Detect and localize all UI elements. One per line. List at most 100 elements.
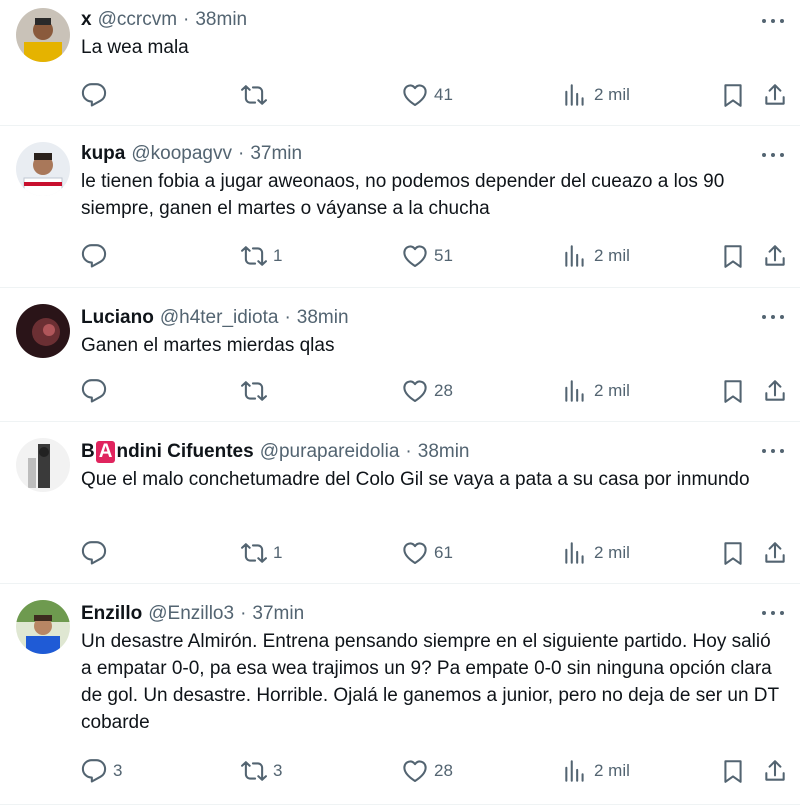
bookmark-icon: [720, 540, 746, 566]
like-count: 28: [434, 761, 453, 780]
username[interactable]: @purapareidolia: [260, 440, 400, 464]
display-name[interactable]: B Andini Cifuentes: [81, 440, 254, 464]
separator-dot: ·: [183, 9, 190, 30]
reply-icon: [81, 378, 107, 404]
retweet-count: 1: [273, 543, 283, 562]
view-count: 2 mil: [594, 246, 630, 265]
action-bar: 28 2 mil: [81, 376, 780, 406]
more-icon[interactable]: [762, 305, 784, 329]
views-button[interactable]: 2 mil: [562, 756, 630, 786]
tweet-feed: x @ccrcvm · 38min La wea mala 41 2 mil k…: [0, 0, 800, 805]
display-name[interactable]: Enzillo: [81, 602, 142, 626]
timestamp[interactable]: 38min: [418, 440, 470, 464]
username[interactable]: @koopagvv: [131, 142, 232, 166]
share-button[interactable]: [762, 756, 788, 786]
share-icon: [762, 378, 788, 404]
views-button[interactable]: 2 mil: [562, 376, 630, 406]
share-button[interactable]: [762, 241, 788, 271]
bookmark-icon: [720, 243, 746, 269]
retweet-button[interactable]: [241, 376, 273, 406]
reply-button[interactable]: 3: [81, 756, 122, 786]
like-count: 61: [434, 543, 453, 562]
display-name[interactable]: x: [81, 8, 92, 32]
timestamp[interactable]: 38min: [195, 8, 247, 32]
like-icon: [402, 758, 428, 784]
reply-button[interactable]: [81, 241, 113, 271]
tweet[interactable]: Luciano @h4ter_idiota · 38min Ganen el m…: [0, 288, 800, 422]
views-icon: [562, 82, 588, 108]
view-count: 2 mil: [594, 761, 630, 780]
retweet-icon: [241, 378, 267, 404]
timestamp[interactable]: 38min: [297, 306, 349, 330]
bookmark-button[interactable]: [720, 376, 746, 406]
reply-button[interactable]: [81, 80, 113, 110]
like-count: 28: [434, 381, 453, 400]
action-bar: 3 3 28 2 mil: [81, 756, 780, 786]
avatar[interactable]: [16, 142, 70, 196]
like-count: 51: [434, 246, 453, 265]
reply-icon: [81, 82, 107, 108]
like-button[interactable]: 51: [402, 241, 453, 271]
avatar[interactable]: [16, 304, 70, 358]
more-icon[interactable]: [762, 143, 784, 167]
retweet-button[interactable]: 3: [241, 756, 282, 786]
tweet-header: Luciano @h4ter_idiota · 38min: [81, 306, 780, 330]
more-icon[interactable]: [762, 9, 784, 33]
like-button[interactable]: 28: [402, 376, 453, 406]
tweet-header: B Andini Cifuentes @purapareidolia · 38mi…: [81, 440, 780, 464]
timestamp[interactable]: 37min: [250, 142, 302, 166]
share-icon: [762, 758, 788, 784]
tweet-text: Que el malo conchetumadre del Colo Gil s…: [81, 469, 750, 490]
tweet[interactable]: Enzillo @Enzillo3 · 37min Un desastre Al…: [0, 584, 800, 805]
bookmark-button[interactable]: [720, 756, 746, 786]
name-emoji-badge: A: [95, 441, 116, 463]
more-icon[interactable]: [762, 601, 784, 625]
tweet[interactable]: B Andini Cifuentes @purapareidolia · 38mi…: [0, 422, 800, 584]
like-button[interactable]: 41: [402, 80, 453, 110]
tweet[interactable]: x @ccrcvm · 38min La wea mala 41 2 mil: [0, 0, 800, 126]
reply-count: 3: [113, 761, 123, 780]
avatar[interactable]: [16, 600, 70, 654]
bookmark-icon: [720, 82, 746, 108]
like-button[interactable]: 28: [402, 756, 453, 786]
views-button[interactable]: 2 mil: [562, 538, 630, 568]
like-count: 41: [434, 85, 453, 104]
share-icon: [762, 82, 788, 108]
tweet[interactable]: kupa @koopagvv · 37min le tienen fobia a…: [0, 126, 800, 288]
retweet-button[interactable]: 1: [241, 241, 282, 271]
retweet-button[interactable]: [241, 80, 273, 110]
bookmark-button[interactable]: [720, 538, 746, 568]
bookmark-button[interactable]: [720, 80, 746, 110]
display-name-part: ndini Cifuentes: [116, 441, 254, 462]
username[interactable]: @Enzillo3: [148, 602, 234, 626]
reply-button[interactable]: [81, 538, 113, 568]
avatar[interactable]: [16, 438, 70, 492]
timestamp[interactable]: 37min: [252, 602, 304, 626]
bookmark-button[interactable]: [720, 241, 746, 271]
separator-dot: ·: [405, 441, 412, 462]
views-button[interactable]: 2 mil: [562, 80, 630, 110]
view-count: 2 mil: [594, 381, 630, 400]
retweet-button[interactable]: 1: [241, 538, 282, 568]
retweet-icon: [241, 540, 267, 566]
separator-dot: ·: [284, 307, 291, 328]
tweet-header: kupa @koopagvv · 37min: [81, 142, 780, 166]
display-name[interactable]: kupa: [81, 142, 125, 166]
share-button[interactable]: [762, 376, 788, 406]
reply-button[interactable]: [81, 376, 113, 406]
tweet-text: La wea mala: [81, 37, 189, 58]
tweet-header: x @ccrcvm · 38min: [81, 8, 780, 32]
more-icon[interactable]: [762, 439, 784, 463]
username[interactable]: @ccrcvm: [98, 8, 177, 32]
retweet-icon: [241, 758, 267, 784]
avatar[interactable]: [16, 8, 70, 62]
like-button[interactable]: 61: [402, 538, 453, 568]
share-icon: [762, 540, 788, 566]
reply-icon: [81, 540, 107, 566]
username[interactable]: @h4ter_idiota: [160, 306, 279, 330]
share-button[interactable]: [762, 80, 788, 110]
share-button[interactable]: [762, 538, 788, 568]
display-name[interactable]: Luciano: [81, 306, 154, 330]
views-button[interactable]: 2 mil: [562, 241, 630, 271]
retweet-count: 1: [273, 246, 283, 265]
